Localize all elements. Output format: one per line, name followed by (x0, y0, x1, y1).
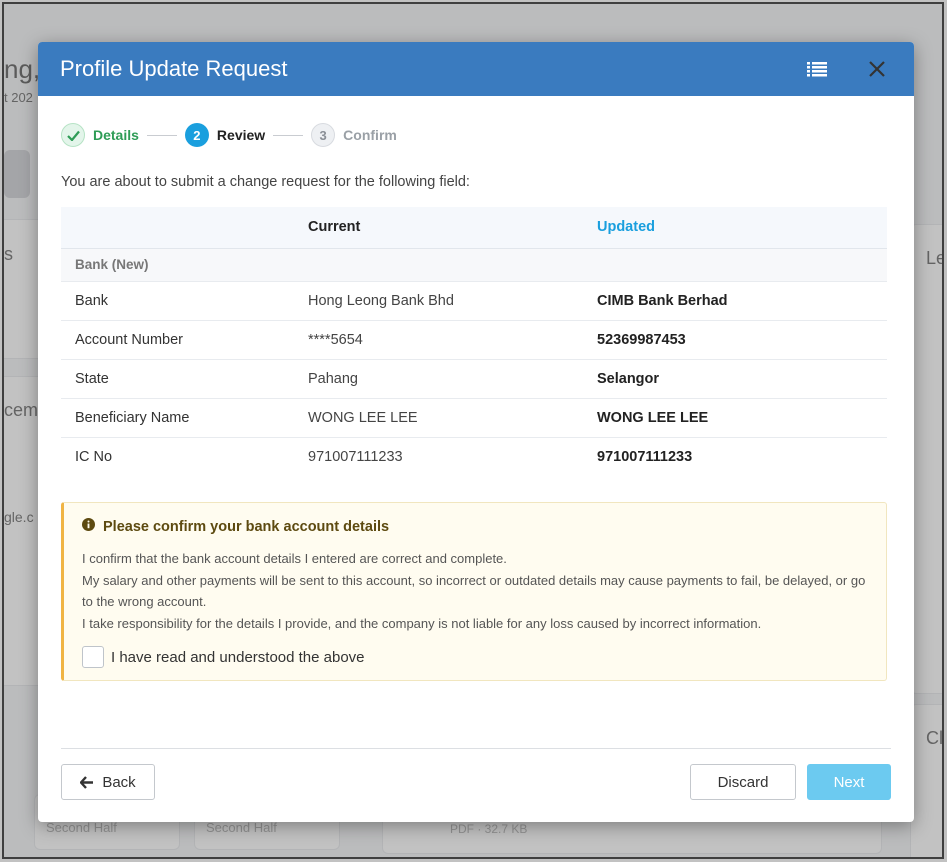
updated-value: 971007111233 (597, 448, 693, 465)
step-number: 3 (311, 123, 336, 147)
step-confirm[interactable]: 3 Confirm (311, 123, 397, 147)
check-icon (61, 123, 85, 147)
step-details[interactable]: Details (61, 123, 139, 147)
alert-title: Please confirm your bank account details (82, 518, 868, 535)
field-name: Bank (61, 281, 308, 321)
list-icon[interactable] (802, 54, 832, 84)
acknowledge-row[interactable]: I have read and understood the above (82, 646, 868, 668)
back-button-label: Back (102, 773, 136, 791)
updated-value: WONG LEE LEE (597, 398, 887, 438)
current-value: ****5654 (308, 320, 597, 360)
table-row: Beneficiary Name WONG LEE LEE WONG LEE L… (61, 398, 887, 438)
step-connector (273, 134, 304, 136)
current-value: WONG LEE LEE (308, 398, 597, 438)
step-label: Review (216, 127, 266, 143)
table-header-row: Current Updated (61, 207, 887, 249)
back-button[interactable]: Back (61, 764, 155, 800)
close-icon[interactable] (862, 54, 892, 84)
current-value: Hong Leong Bank Bhd (308, 281, 597, 321)
step-connector (146, 134, 177, 136)
header-field (61, 207, 308, 249)
updated-value: CIMB Bank Berhad (597, 281, 887, 321)
alert-line: I confirm that the bank account details … (82, 551, 507, 566)
updated-value: Selangor (597, 359, 887, 399)
current-value: Pahang (308, 359, 597, 399)
step-label: Confirm (343, 127, 397, 143)
intro-text: You are about to submit a change request… (61, 174, 470, 190)
field-name: State (61, 359, 308, 399)
stepper: Details 2 Review 3 Confirm (61, 96, 891, 174)
acknowledge-label[interactable]: I have read and understood the above (111, 649, 365, 666)
current-value: 971007111233 (308, 448, 403, 465)
field-name: Beneficiary Name (61, 398, 308, 438)
table-group-row: Bank (New) (61, 248, 887, 282)
profile-update-modal: Profile Update Request Details 2 Review … (38, 42, 914, 822)
acknowledge-checkbox[interactable] (82, 646, 104, 668)
step-label: Details (93, 127, 139, 143)
discard-button[interactable]: Discard (690, 764, 796, 800)
alert-title-text: Please confirm your bank account details (103, 518, 390, 535)
group-label: Bank (New) (61, 248, 887, 282)
table-row: Bank Hong Leong Bank Bhd CIMB Bank Berha… (61, 281, 887, 321)
table-row: Account Number ****5654 52369987453 (61, 320, 887, 360)
confirmation-alert: Please confirm your bank account details… (61, 502, 887, 681)
step-review[interactable]: 2 Review (184, 123, 266, 147)
modal-header: Profile Update Request (38, 42, 914, 96)
arrow-left-icon (80, 775, 94, 789)
updated-value: 52369987453 (597, 320, 887, 360)
info-circle-icon (82, 518, 95, 535)
field-name: Account Number (61, 320, 308, 360)
modal-body: Details 2 Review 3 Confirm You are about… (38, 96, 914, 681)
alert-line: My salary and other payments will be sen… (82, 572, 866, 610)
header-updated: Updated (597, 207, 887, 249)
alert-line: I take responsibility for the details I … (82, 615, 762, 631)
field-name: IC No (75, 448, 113, 465)
table-row: State Pahang Selangor (61, 359, 887, 399)
header-current: Current (308, 207, 597, 249)
next-button[interactable]: Next (807, 764, 891, 800)
step-number: 2 (184, 123, 209, 147)
table-row: IC No 971007111233 971007111233 (61, 437, 887, 476)
comparison-table: Current Updated Bank (New) Bank Hong Leo… (61, 207, 887, 476)
modal-title: Profile Update Request (60, 56, 288, 81)
footer-divider (61, 748, 891, 749)
